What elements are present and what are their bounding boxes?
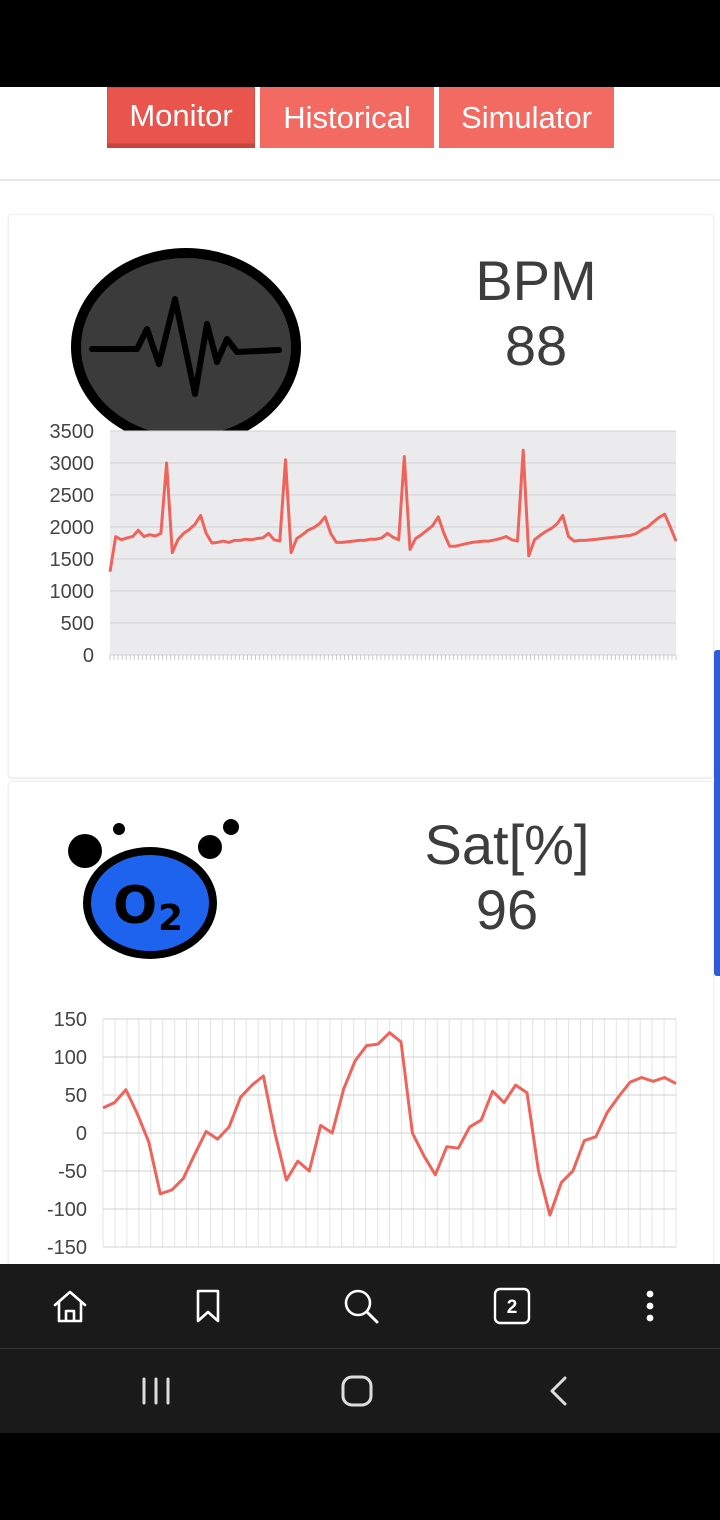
heartbeat-icon xyxy=(67,244,305,450)
scroll-indicator[interactable] xyxy=(714,650,720,976)
recent-apps-button[interactable] xyxy=(106,1349,206,1433)
search-button[interactable] xyxy=(311,1264,411,1348)
sat-y-tick-label: -100 xyxy=(47,1199,87,1221)
sat-y-tick-label: 0 xyxy=(76,1123,87,1145)
oxygen-o2-icon: O 2 xyxy=(65,816,245,960)
home-icon xyxy=(53,1290,87,1323)
sat-y-tick-label: 100 xyxy=(54,1047,87,1069)
tab-historical[interactable]: Historical xyxy=(260,87,434,148)
sat-y-tick-label: -150 xyxy=(47,1237,87,1259)
bpm-chart-svg: 3500 3000 2500 2000 1500 1000 500 0 xyxy=(50,421,678,667)
bpm-label: BPM xyxy=(475,249,597,312)
tab-bar: Monitor Historical Simulator xyxy=(0,87,720,181)
browser-toolbar: 2 xyxy=(0,1264,720,1349)
saturation-chart: 150 100 50 0 -50 -100 -150 xyxy=(9,1002,713,1262)
saturation-label: Sat[%] xyxy=(424,813,590,876)
tabs-button[interactable]: 2 xyxy=(462,1264,562,1348)
bookmark-icon xyxy=(196,1289,220,1323)
bottom-bezel xyxy=(0,1433,720,1520)
bookmark-button[interactable] xyxy=(158,1264,258,1348)
bpm-y-tick-label: 1500 xyxy=(50,549,95,571)
more-vertical-icon xyxy=(646,1290,654,1322)
recent-apps-icon xyxy=(142,1377,170,1405)
saturation-chart-svg: 150 100 50 0 -50 -100 -150 xyxy=(47,1009,677,1259)
tabs-count: 2 xyxy=(507,1297,518,1318)
system-home-button[interactable] xyxy=(307,1349,407,1433)
system-navigation-bar xyxy=(0,1349,720,1433)
web-page: Monitor Historical Simulator BPM 88 3500… xyxy=(0,87,720,1264)
bpm-chart: 3500 3000 2500 2000 1500 1000 500 0 xyxy=(9,421,713,740)
bpm-card: BPM 88 3500 3000 2500 2000 1500 1000 500 0 xyxy=(8,214,714,778)
tabs-count-icon: 2 xyxy=(493,1287,531,1325)
sat-y-tick-label: 150 xyxy=(54,1009,87,1031)
home-circle-icon xyxy=(341,1375,373,1407)
bpm-plot-area xyxy=(110,431,676,655)
bpm-y-tick-label: 2500 xyxy=(50,485,95,507)
bpm-y-tick-label: 3500 xyxy=(50,421,95,443)
saturation-card: O 2 Sat[%] 96 150 100 50 0 -50 -100 -150 xyxy=(8,781,714,1264)
menu-button[interactable] xyxy=(600,1264,700,1348)
tab-simulator[interactable]: Simulator xyxy=(439,87,614,148)
bpm-y-tick-label: 3000 xyxy=(50,453,95,475)
status-bar xyxy=(0,0,720,87)
svg-text:2: 2 xyxy=(158,898,183,939)
back-chevron-icon xyxy=(550,1376,567,1406)
sat-y-tick-label: 50 xyxy=(65,1085,87,1107)
sat-y-tick-label: -50 xyxy=(58,1161,87,1183)
bpm-y-tick-label: 1000 xyxy=(50,581,95,603)
saturation-value: 96 xyxy=(475,878,539,941)
search-icon xyxy=(344,1289,379,1324)
back-button[interactable] xyxy=(509,1349,609,1433)
bpm-value: 88 xyxy=(504,314,568,377)
bpm-y-tick-label: 2000 xyxy=(50,517,95,539)
tab-monitor[interactable]: Monitor xyxy=(107,87,255,148)
svg-text:O: O xyxy=(113,876,157,936)
bpm-y-tick-label: 500 xyxy=(61,613,94,635)
home-button[interactable] xyxy=(20,1264,120,1348)
bpm-y-tick-label: 0 xyxy=(83,645,94,667)
